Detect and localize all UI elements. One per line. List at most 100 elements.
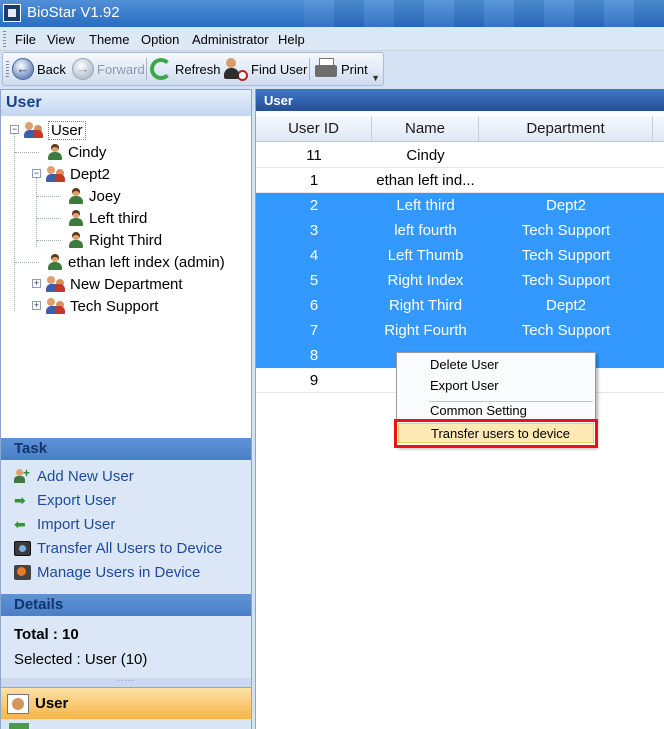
menu-view[interactable]: View bbox=[47, 32, 75, 47]
nav-user-label: User bbox=[35, 695, 69, 712]
back-button[interactable]: ← Back bbox=[12, 56, 66, 82]
cell-name: Left Thumb bbox=[387, 247, 464, 264]
details-header: Details bbox=[1, 594, 251, 616]
cell-id: 1 bbox=[309, 172, 319, 189]
forward-label: Forward bbox=[97, 61, 145, 77]
tree-node-left-third[interactable]: Left third bbox=[67, 208, 147, 228]
user-card-icon bbox=[7, 693, 29, 714]
tree-node-label: Right Third bbox=[89, 231, 163, 249]
menu-theme[interactable]: Theme bbox=[89, 32, 129, 47]
tree-node-label: Tech Support bbox=[70, 297, 159, 315]
nav-next-button[interactable] bbox=[1, 719, 251, 729]
menu-option[interactable]: Option bbox=[141, 32, 179, 47]
cell-name: ethan left ind... bbox=[376, 172, 475, 189]
user-icon bbox=[67, 231, 85, 249]
task-add-new-user[interactable]: Add New User bbox=[14, 466, 134, 485]
table-row[interactable]: 1 ethan left ind... bbox=[256, 168, 664, 193]
cell-id: 8 bbox=[309, 347, 319, 364]
table-row[interactable]: 6 Right Third Dept2 bbox=[256, 293, 664, 318]
tree-line bbox=[14, 133, 15, 311]
tree-node-label: Joey bbox=[89, 187, 121, 205]
annotation-highlight-box bbox=[394, 419, 598, 448]
table-row[interactable]: 5 Right Index Tech Support bbox=[256, 268, 664, 293]
refresh-icon bbox=[150, 58, 172, 80]
add-user-icon bbox=[14, 466, 31, 484]
tree-expand-icon[interactable]: + bbox=[32, 279, 41, 288]
app-icon bbox=[3, 4, 21, 22]
grid-header: User ID Name Department bbox=[256, 116, 664, 142]
refresh-button[interactable]: Refresh bbox=[150, 56, 221, 82]
details-selected: Selected : User (10) bbox=[14, 651, 148, 668]
column-user-id[interactable]: User ID bbox=[256, 116, 372, 142]
nav-next-icon bbox=[9, 723, 29, 729]
table-row[interactable]: 3 left fourth Tech Support bbox=[256, 218, 664, 243]
tree-node-cindy[interactable]: Cindy bbox=[46, 142, 106, 162]
menu-file[interactable]: File bbox=[15, 32, 36, 47]
cell-id: 3 bbox=[309, 222, 319, 239]
forward-button[interactable]: → Forward bbox=[72, 56, 145, 82]
group-icon bbox=[46, 165, 66, 183]
tree-node-dept2[interactable]: Dept2 bbox=[46, 164, 110, 184]
cell-name: Cindy bbox=[406, 147, 445, 164]
panel-splitter[interactable]: ····· bbox=[1, 677, 251, 687]
nav-user-button[interactable]: User bbox=[1, 687, 251, 719]
print-button[interactable]: Print bbox=[314, 56, 368, 82]
tree-node-label: Dept2 bbox=[70, 165, 111, 183]
find-user-icon bbox=[224, 57, 248, 81]
cell-name: Right Fourth bbox=[384, 322, 467, 339]
cell-dept: Dept2 bbox=[545, 297, 587, 314]
cell-id: 4 bbox=[309, 247, 319, 264]
toolbar-overflow-icon[interactable]: ▼ bbox=[371, 73, 380, 83]
table-row[interactable]: 7 Right Fourth Tech Support bbox=[256, 318, 664, 343]
cell-id: 7 bbox=[309, 322, 319, 339]
tree-line bbox=[37, 218, 61, 219]
find-user-button[interactable]: Find User bbox=[224, 56, 307, 82]
column-department[interactable]: Department bbox=[479, 116, 653, 142]
cell-dept: Tech Support bbox=[521, 222, 611, 239]
menu-bar: File View Theme Option Administrator Hel… bbox=[0, 27, 664, 51]
cell-id: 5 bbox=[309, 272, 319, 289]
tree-expand-icon[interactable]: + bbox=[32, 301, 41, 310]
ctx-export-user[interactable]: Export User bbox=[398, 376, 594, 396]
task-panel: Task Add New User ➡ Export User ⬅ Import… bbox=[1, 438, 251, 595]
details-panel: Details Total : 10 Selected : User (10) bbox=[1, 594, 251, 678]
task-transfer-all-users[interactable]: Transfer All Users to Device bbox=[14, 540, 222, 557]
cell-dept: Dept2 bbox=[545, 197, 587, 214]
forward-arrow-icon: → bbox=[72, 58, 94, 80]
task-import-user[interactable]: ⬅ Import User bbox=[14, 516, 115, 533]
table-row[interactable]: 11 Cindy bbox=[256, 143, 664, 168]
tree-node-label: User bbox=[48, 120, 86, 140]
find-user-label: Find User bbox=[251, 61, 308, 77]
task-manage-users-in-device[interactable]: Manage Users in Device bbox=[14, 564, 200, 581]
group-icon bbox=[24, 121, 44, 139]
user-tree: − User Cindy − Dept2 Joey Left third Rig… bbox=[1, 117, 251, 437]
task-export-user[interactable]: ➡ Export User bbox=[14, 492, 116, 509]
table-row[interactable]: 4 Left Thumb Tech Support bbox=[256, 243, 664, 268]
tree-node-label: Cindy bbox=[68, 143, 107, 161]
tree-line bbox=[15, 262, 39, 263]
group-icon bbox=[46, 297, 66, 315]
ctx-common-setting[interactable]: Common Setting bbox=[398, 401, 594, 421]
menu-administrator[interactable]: Administrator bbox=[192, 32, 269, 47]
tree-node-tech-support[interactable]: Tech Support bbox=[46, 296, 158, 316]
table-row[interactable]: 2 Left third Dept2 bbox=[256, 193, 664, 218]
manage-device-icon bbox=[14, 565, 31, 580]
tree-node-label: New Department bbox=[70, 275, 183, 293]
cell-dept: Tech Support bbox=[521, 247, 611, 264]
tree-collapse-icon[interactable]: − bbox=[10, 125, 19, 134]
menu-help[interactable]: Help bbox=[278, 32, 305, 47]
tree-node-user-root[interactable]: User bbox=[24, 120, 86, 140]
back-label: Back bbox=[37, 61, 66, 77]
tree-node-ethan[interactable]: ethan left index (admin) bbox=[46, 252, 225, 272]
toolbar-separator bbox=[309, 58, 310, 80]
task-label: Import User bbox=[37, 516, 116, 533]
title-bar-decoration bbox=[304, 0, 664, 27]
tree-node-new-department[interactable]: New Department bbox=[46, 274, 183, 294]
tree-collapse-icon[interactable]: − bbox=[32, 169, 41, 178]
tree-node-right-third[interactable]: Right Third bbox=[67, 230, 162, 250]
column-name[interactable]: Name bbox=[372, 116, 479, 142]
cell-id: 6 bbox=[309, 297, 319, 314]
ctx-delete-user[interactable]: Delete User bbox=[398, 355, 594, 375]
tree-node-joey[interactable]: Joey bbox=[67, 186, 121, 206]
right-pane-header: User bbox=[256, 89, 664, 111]
